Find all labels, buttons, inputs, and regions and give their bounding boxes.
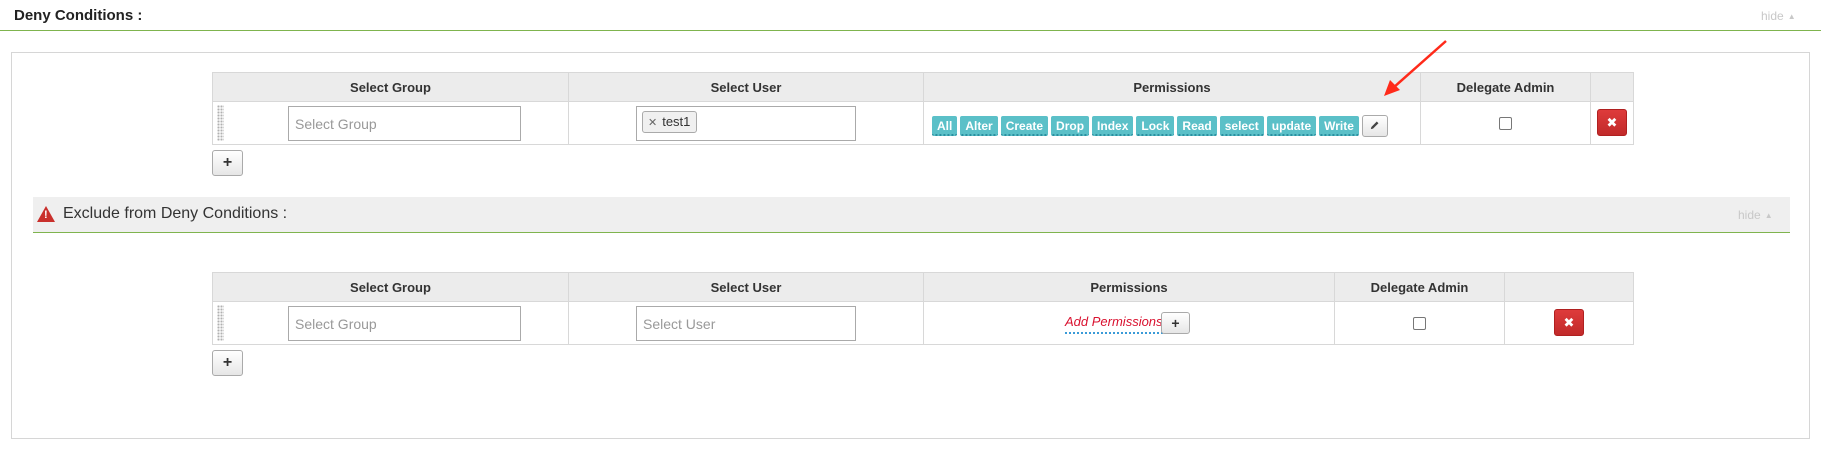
col-permissions: Permissions [923, 72, 1421, 102]
col-select-user: Select User [568, 72, 924, 102]
user-tag-label: test1 [662, 114, 691, 129]
permission-tag-alter[interactable]: Alter [960, 116, 998, 136]
delete-row-button[interactable]: ✖ [1597, 109, 1627, 136]
col-actions [1590, 72, 1634, 102]
caret-up-icon: ▲ [1787, 12, 1796, 21]
delete-row-button[interactable]: ✖ [1554, 309, 1584, 336]
edit-permissions-button[interactable] [1361, 115, 1388, 137]
delegate-admin-cell [1334, 301, 1505, 345]
permission-tag-lock[interactable]: Lock [1136, 116, 1175, 136]
add-permissions-link[interactable]: Add Permissions [1065, 313, 1163, 334]
plus-icon: + [1171, 315, 1180, 331]
times-icon: ✖ [1606, 115, 1618, 130]
deny-hide-toggle[interactable]: hide ▲ [1761, 9, 1796, 23]
delegate-admin-cell [1420, 101, 1591, 145]
permission-tag-index[interactable]: Index [1092, 116, 1134, 136]
actions-cell: ✖ [1504, 301, 1634, 345]
group-cell [212, 301, 569, 345]
col-select-group: Select Group [212, 72, 569, 102]
actions-cell: ✖ [1590, 101, 1634, 145]
exclude-conditions-header: ! Exclude from Deny Conditions : hide ▲ [33, 197, 1790, 233]
table-row: ✖ [212, 301, 1634, 345]
permissions-list: All Alter Create Drop Index Lock Read select upd… [932, 115, 1388, 138]
plus-icon: + [222, 354, 233, 371]
deny-conditions-title: Deny Conditions : [14, 7, 143, 24]
permission-tag-drop[interactable]: Drop [1051, 116, 1090, 136]
permission-tag-write[interactable]: Write [1319, 116, 1359, 136]
exclude-hide-label: hide [1738, 208, 1761, 222]
remove-tag-icon[interactable]: ✕ [648, 117, 657, 129]
permission-tag-select[interactable]: select [1219, 116, 1264, 136]
annotation-arrow [1384, 40, 1447, 96]
caret-up-icon: ▲ [1764, 211, 1773, 220]
drag-handle[interactable] [217, 305, 224, 341]
plus-icon: + [222, 154, 233, 171]
table-header-row: Select Group Select User Permissions Del… [212, 272, 1634, 302]
deny-conditions-header: Deny Conditions : hide ▲ [0, 0, 1821, 31]
permission-tag-update[interactable]: update [1266, 116, 1317, 136]
pencil-icon [1371, 121, 1379, 130]
permission-tag-create[interactable]: Create [1000, 116, 1049, 136]
select-group-input[interactable] [288, 106, 521, 141]
permission-tag-read[interactable]: Read [1177, 116, 1217, 136]
add-exclude-row-button[interactable]: + [212, 350, 243, 376]
group-cell [212, 101, 569, 145]
exclude-conditions-title: Exclude from Deny Conditions : [63, 205, 288, 222]
select-user-input[interactable] [636, 306, 856, 341]
permissions-cell: All Alter Create Drop Index Lock Read select upd… [923, 101, 1421, 145]
col-select-user: Select User [568, 272, 924, 302]
exclude-conditions-table: Select Group Select User Permissions Del… [212, 272, 1634, 345]
user-tag: ✕ test1 [642, 111, 698, 133]
col-delegate-admin: Delegate Admin [1334, 272, 1505, 302]
delegate-admin-checkbox[interactable] [1499, 117, 1512, 130]
warning-icon: ! [37, 206, 55, 222]
drag-handle[interactable] [217, 105, 224, 141]
user-cell [568, 301, 924, 345]
delegate-admin-checkbox[interactable] [1413, 317, 1426, 330]
add-deny-row-button[interactable]: + [212, 150, 243, 176]
col-select-group: Select Group [212, 272, 569, 302]
add-permissions-button[interactable]: + [1161, 312, 1190, 334]
table-row: ✕ test1 AllAlterCreateDropIndexLockReadse… [212, 101, 1634, 145]
col-actions [1504, 272, 1634, 302]
deny-hide-label: hide [1761, 9, 1784, 23]
permission-tag-all[interactable]: All [932, 116, 958, 136]
user-cell: ✕ test1 [568, 101, 924, 145]
times-icon: ✖ [1563, 315, 1575, 330]
exclude-hide-toggle[interactable]: hide ▲ [1738, 208, 1773, 222]
select-user-input[interactable]: ✕ test1 [636, 106, 856, 141]
col-permissions: Permissions [923, 272, 1335, 302]
select-group-input[interactable] [288, 306, 521, 341]
